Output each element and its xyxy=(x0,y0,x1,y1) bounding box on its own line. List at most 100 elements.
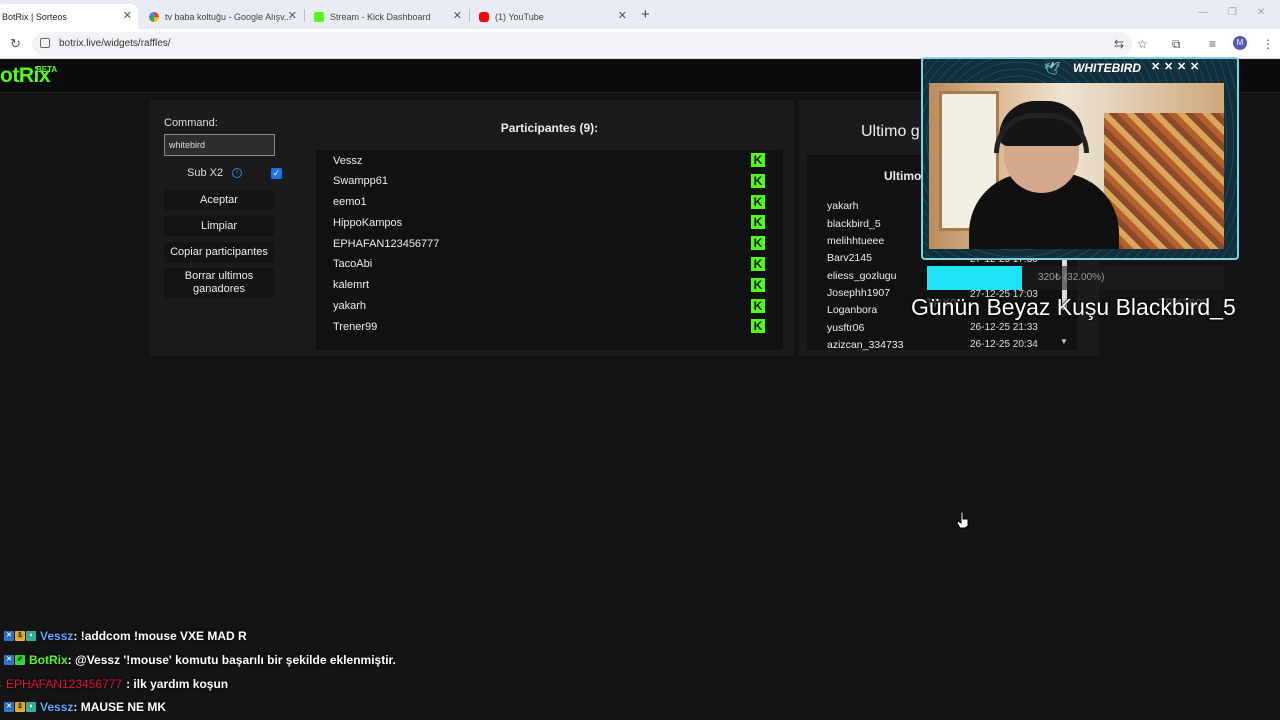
tab-separator xyxy=(469,9,470,22)
bed xyxy=(1104,113,1224,249)
reload-icon[interactable]: ↻ xyxy=(10,36,21,52)
minimize-icon[interactable]: — xyxy=(1198,7,1208,18)
close-icon: ✕ xyxy=(1190,61,1200,73)
tab-title: (1) YouTube xyxy=(495,11,544,22)
close-icon: ✕ xyxy=(1164,61,1174,73)
site-info-icon[interactable] xyxy=(40,38,50,48)
info-icon[interactable]: i xyxy=(232,168,242,178)
winner-name: melihhtueee xyxy=(827,235,885,247)
kick-icon: K xyxy=(751,299,765,313)
participant-name: TacoAbi xyxy=(333,258,373,270)
clear-button[interactable]: Limpiar xyxy=(164,216,274,236)
chat-text: : ilk yardım koşun xyxy=(126,677,229,691)
maximize-icon[interactable]: ❐ xyxy=(1228,7,1237,18)
winners-subtitle: Ultimo xyxy=(884,169,922,183)
menu-kebab-icon[interactable]: ⋮ xyxy=(1262,37,1274,51)
kick-icon: K xyxy=(751,257,765,271)
hand-cursor-icon xyxy=(956,511,969,529)
chat-username[interactable]: BotRix xyxy=(29,653,68,667)
chat-username[interactable]: Vessz xyxy=(40,629,73,643)
close-icon: ✕ xyxy=(1151,61,1161,73)
participant-name: kalemrt xyxy=(333,279,370,291)
kick-icon: K xyxy=(751,215,765,229)
chat-message: ✕ 1 ♦ Vessz : !addcom !mouse VXE MAD R xyxy=(4,629,247,643)
subscriber-badge-icon: ♦ xyxy=(26,631,36,641)
google-shopping-icon xyxy=(149,11,159,22)
tab-separator xyxy=(304,9,305,22)
sub-x2-checkbox[interactable]: ✓ xyxy=(271,168,282,179)
kick-icon xyxy=(314,11,324,22)
tab-kick-dashboard[interactable]: Stream - Kick Dashboard ✕ xyxy=(308,4,468,29)
kick-icon: K xyxy=(751,174,765,188)
winner-date: 26-12-25 21:33 xyxy=(970,322,1038,333)
bookmark-star-icon[interactable]: ☆ xyxy=(1137,37,1148,51)
donation-progress-text: 320₺ (32.00%) xyxy=(1038,272,1105,283)
winner-name: blackbird_5 xyxy=(827,218,881,230)
chat-message: EPHAFAN123456777 : ilk yardım koşun xyxy=(4,677,228,691)
participant-name: Swampp61 xyxy=(333,175,389,187)
accept-button[interactable]: Aceptar xyxy=(164,190,274,210)
winners-title: Ultimo g xyxy=(861,123,920,140)
translate-icon[interactable]: ⇆ xyxy=(1114,37,1124,51)
delete-winners-button[interactable]: Borrar ultimos ganadores xyxy=(164,268,274,298)
media-control-icon[interactable]: ≡ xyxy=(1209,37,1216,51)
goal-title: Günün Beyaz Kuşu Blackbird_5 xyxy=(911,294,1236,320)
chat-text: : MAUSE NE MK xyxy=(73,700,167,714)
participant-name: Vessz xyxy=(333,155,363,167)
webcam-title: WHITEBIRD xyxy=(1073,61,1141,75)
participant-name: EPHAFAN123456777 xyxy=(333,238,440,250)
chat-text: : @Vessz '!mouse' komutu başarılı bir şe… xyxy=(67,653,396,667)
command-label: Command: xyxy=(164,117,218,129)
kick-icon: K xyxy=(751,195,765,209)
winner-name: yakarh xyxy=(827,200,859,212)
tab-title: Stream - Kick Dashboard xyxy=(330,11,431,22)
close-tab-icon[interactable]: ✕ xyxy=(453,9,462,22)
copy-participants-button[interactable]: Copiar participantes xyxy=(164,242,274,263)
new-tab-icon[interactable]: + xyxy=(641,6,650,23)
tab-google[interactable]: tv baba koltuğu - Google Alışv... ✕ xyxy=(143,4,303,29)
close-icon: ✕ xyxy=(1177,61,1187,73)
close-tab-icon[interactable]: ✕ xyxy=(288,9,297,22)
webcam-video xyxy=(929,83,1224,249)
browser-tab-bar: BotRix | Sorteos ✕ tv baba koltuğu - Goo… xyxy=(0,0,1280,29)
moderator-badge-icon: ✕ xyxy=(4,702,14,712)
youtube-icon xyxy=(479,11,489,22)
address-bar: ↻ botrix.live/widgets/raffles/ ⇆ ☆ ⧉ ≡ ⋮ xyxy=(0,29,1280,59)
command-input[interactable]: whitebird xyxy=(164,134,275,156)
winner-date: 26-12-25 20:34 xyxy=(970,339,1038,350)
subscriber-badge-icon: ♦ xyxy=(26,702,36,712)
participant-name: HippoKampos xyxy=(333,217,403,229)
winner-name: Loganbora xyxy=(827,304,878,316)
participants-list: Vessz K Swampp61 K eemo1 K HippoKampos K… xyxy=(316,150,783,350)
winner-name: Barv2145 xyxy=(827,252,872,264)
scroll-down-icon[interactable]: ▼ xyxy=(1060,337,1068,346)
chat-message: ✕ ✓ BotRix : @Vessz '!mouse' komutu başa… xyxy=(4,653,396,667)
close-tab-icon[interactable]: ✕ xyxy=(123,9,132,22)
url-text: botrix.live/widgets/raffles/ xyxy=(59,38,171,49)
extensions-icon[interactable]: ⧉ xyxy=(1172,37,1181,52)
participants-title: Participantes xyxy=(500,121,577,135)
chat-text: : !addcom !mouse VXE MAD R xyxy=(73,629,247,643)
winner-name: eliess_gozlugu xyxy=(827,270,897,282)
kick-icon: K xyxy=(751,153,765,167)
winner-name: azizcan_334733 xyxy=(827,339,904,351)
kick-icon: K xyxy=(751,278,765,292)
url-field[interactable]: botrix.live/widgets/raffles/ xyxy=(32,32,1132,56)
participants-heading: Participantes (9): xyxy=(316,121,783,135)
winner-name: Josephh1907 xyxy=(827,287,891,299)
tab-youtube[interactable]: (1) YouTube ✕ xyxy=(473,4,633,29)
kick-icon: K xyxy=(751,236,765,250)
sub-x2-label: Sub X2 xyxy=(187,167,224,179)
tab-title: BotRix | Sorteos xyxy=(2,11,67,22)
chat-username[interactable]: Vessz xyxy=(40,700,73,714)
chat-username[interactable]: EPHAFAN123456777 xyxy=(6,677,122,691)
participant-name: eemo1 xyxy=(333,196,367,208)
close-tab-icon[interactable]: ✕ xyxy=(618,9,627,22)
close-window-icon[interactable]: ✕ xyxy=(1257,7,1265,18)
winner-name: yusftr06 xyxy=(827,322,865,334)
chat-message: ✕ 1 ♦ Vessz : MAUSE NE MK xyxy=(4,700,166,714)
profile-avatar[interactable]: M xyxy=(1233,36,1247,50)
tab-botrix[interactable]: BotRix | Sorteos ✕ xyxy=(0,4,138,29)
beta-badge: BETA xyxy=(36,65,58,74)
bird-icon: 🕊 xyxy=(1044,61,1061,76)
